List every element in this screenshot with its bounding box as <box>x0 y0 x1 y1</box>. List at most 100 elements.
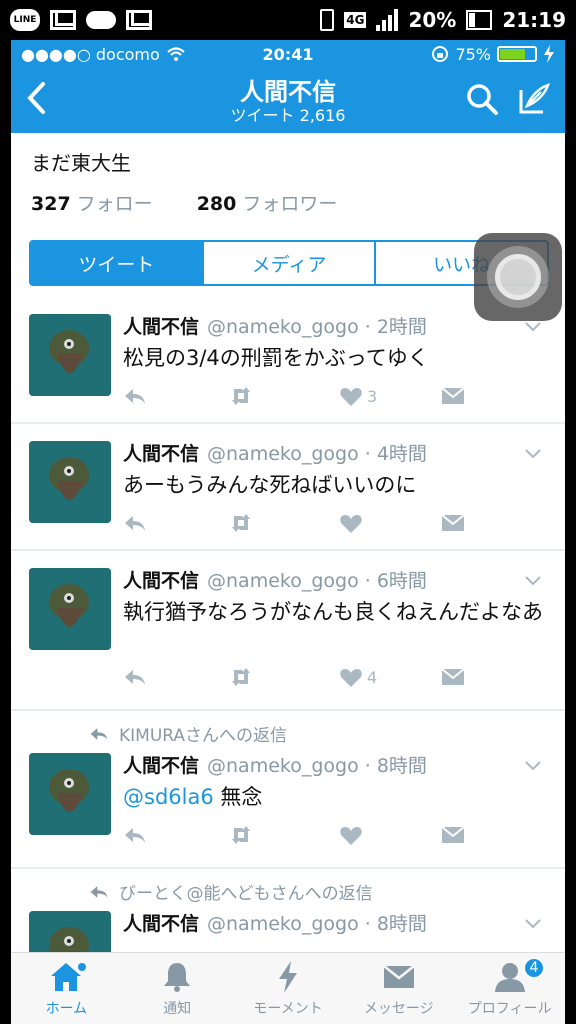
tab-profile[interactable]: 4 プロフィール <box>454 953 565 1024</box>
search-button[interactable] <box>465 82 499 116</box>
mushroom-avatar-image <box>29 753 111 835</box>
tweet-text: 無念 <box>213 785 263 809</box>
like-button[interactable] <box>339 512 367 534</box>
profile-header: ●●●●○ docomo 20:41 75% 人間不信 ツイート 2,616 <box>11 40 565 133</box>
assistive-touch-button[interactable] <box>474 233 562 321</box>
like-button[interactable]: 3 <box>339 385 377 407</box>
envelope-icon <box>441 826 465 843</box>
retweet-button[interactable] <box>229 512 253 534</box>
tab-notifications-label: 通知 <box>163 1001 192 1017</box>
retweet-icon <box>232 668 250 686</box>
retweet-button[interactable] <box>229 666 253 688</box>
dm-share-button[interactable] <box>441 666 465 688</box>
tweet-handle-time: @nameko_gogo · 8時間 <box>207 755 427 777</box>
heart-icon <box>340 669 362 687</box>
tweet-handle-time: @nameko_gogo · 4時間 <box>207 443 427 465</box>
wifi-icon <box>167 47 185 61</box>
mushroom-avatar-image <box>29 314 111 396</box>
reply-icon <box>125 516 145 531</box>
avatar[interactable] <box>29 753 111 835</box>
tweet-handle-time: @nameko_gogo · 6時間 <box>207 570 427 592</box>
tweet-author-name: 人間不信 <box>123 316 200 338</box>
like-count: 4 <box>367 667 378 687</box>
retweet-button[interactable] <box>229 824 253 846</box>
tweet-author-name: 人間不信 <box>123 443 200 465</box>
tweet-author-name: 人間不信 <box>123 913 200 935</box>
mushroom-avatar-image <box>29 441 111 523</box>
envelope-icon <box>383 965 415 988</box>
tweet-item[interactable]: 人間不信 @nameko_gogo · 4時間 あーもうみんな死ねばいいのに <box>11 424 565 549</box>
heart-icon <box>340 388 362 406</box>
unread-dot <box>77 963 86 971</box>
like-button[interactable]: 4 <box>339 666 377 688</box>
retweet-icon <box>232 826 250 844</box>
charging-bolt-icon <box>544 45 554 63</box>
cloud-icon <box>86 11 116 29</box>
dm-share-button[interactable] <box>441 385 465 407</box>
gmail-icon <box>50 10 76 30</box>
heart-icon <box>340 827 362 845</box>
avatar[interactable] <box>29 911 111 952</box>
reply-button[interactable] <box>123 666 147 688</box>
tab-notifications[interactable]: 通知 <box>122 953 233 1024</box>
like-button[interactable] <box>339 824 367 846</box>
mention-link[interactable]: @sd6la6 <box>123 785 214 809</box>
tab-home[interactable]: ホーム <box>11 953 122 1024</box>
reply-button[interactable] <box>123 385 147 407</box>
bottom-tab-bar: ホーム 通知 モーメント メッセージ 4 プロフィール <box>11 952 565 1024</box>
chevron-down-icon[interactable] <box>523 570 543 590</box>
like-count: 3 <box>367 386 378 406</box>
chevron-down-icon[interactable] <box>523 755 543 775</box>
followers-stat[interactable]: 280 フォロワー <box>197 189 338 216</box>
following-count: 327 <box>31 193 71 215</box>
tweet-text: 松見の3/4の刑罰をかぶってゆく <box>123 346 429 370</box>
reply-context[interactable]: KIMURAさんへの返信 <box>89 721 287 746</box>
reply-context-label: KIMURAさんへの返信 <box>119 726 288 746</box>
retweet-button[interactable] <box>229 385 253 407</box>
tab-messages-label: メッセージ <box>363 1001 434 1017</box>
mail-icon <box>126 10 152 30</box>
reply-icon <box>125 670 145 685</box>
avatar[interactable] <box>29 441 111 523</box>
tab-tweets[interactable]: ツイート <box>31 242 204 284</box>
reply-icon <box>90 885 108 898</box>
lightning-icon <box>278 961 297 993</box>
tweet-item[interactable]: KIMURAさんへの返信 人間不信 @nameko_gogo · 8時間 @sd6… <box>11 711 565 867</box>
dm-share-button[interactable] <box>441 824 465 846</box>
tweet-text: あーもうみんな死ねばいいのに <box>123 473 417 497</box>
carrier-label: ●●●●○ docomo <box>21 44 160 64</box>
mushroom-avatar-image <box>29 911 111 952</box>
tab-home-label: ホーム <box>45 1001 88 1017</box>
tab-moments[interactable]: モーメント <box>233 953 344 1024</box>
envelope-icon <box>441 387 465 404</box>
android-clock: 21:19 <box>502 8 566 32</box>
envelope-icon <box>441 514 465 531</box>
heart-icon <box>340 515 362 533</box>
android-status-bar: LINE 4G 20% 21:19 <box>0 0 576 40</box>
chevron-down-icon[interactable] <box>523 443 543 463</box>
reply-context[interactable]: びーとく@能へどもさんへの返信 <box>89 879 373 904</box>
chevron-down-icon[interactable] <box>523 913 543 933</box>
avatar[interactable] <box>29 314 111 396</box>
tweet-item[interactable]: びーとく@能へどもさんへの返信 人間不信 @nameko_gogo · 8時間 <box>11 869 565 952</box>
vibrate-icon <box>320 9 335 31</box>
ios-battery-percent: 75% <box>455 44 491 64</box>
retweet-icon <box>232 387 250 405</box>
tweet-handle-time: @nameko_gogo · 8時間 <box>207 913 427 935</box>
reply-button[interactable] <box>123 512 147 534</box>
ios-status-bar: ●●●●○ docomo 20:41 75% <box>11 40 565 68</box>
notification-badge: 4 <box>522 957 545 979</box>
followers-label: フォロワー <box>242 193 338 215</box>
avatar[interactable] <box>29 568 111 650</box>
dm-share-button[interactable] <box>441 512 465 534</box>
phone-screen: ●●●●○ docomo 20:41 75% 人間不信 ツイート 2,616 ま… <box>11 40 565 1024</box>
tweet-item[interactable]: 人間不信 @nameko_gogo · 6時間 執行猶予なろうがなんも良くねえんだ… <box>11 551 565 709</box>
battery-icon <box>466 10 493 30</box>
following-stat[interactable]: 327 フォロー <box>31 189 153 216</box>
tweet-handle-time: @nameko_gogo · 2時間 <box>207 316 427 338</box>
reply-button[interactable] <box>123 824 147 846</box>
mushroom-avatar-image <box>29 568 111 650</box>
tab-media[interactable]: メディア <box>204 242 377 284</box>
compose-tweet-button[interactable] <box>517 82 551 116</box>
tab-messages[interactable]: メッセージ <box>343 953 454 1024</box>
